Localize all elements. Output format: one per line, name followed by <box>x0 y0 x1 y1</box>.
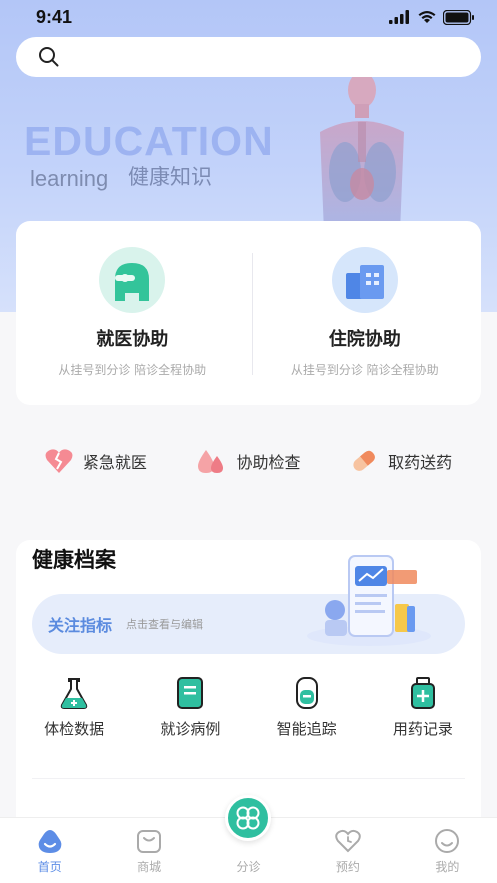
quick-checkup[interactable]: 协助检查 <box>196 448 300 474</box>
tab-mine[interactable]: 我的 <box>398 818 497 883</box>
health-records-card: 健康档案 关注指标 点击查看与编辑 体检数据 就诊病例 智能追踪 用药记录 <box>16 540 481 830</box>
tab-home[interactable]: 首页 <box>0 818 99 883</box>
banner-subtitle-cn: 健康知识 <box>128 165 212 189</box>
record-visit-cases[interactable]: 就诊病例 <box>132 676 248 739</box>
divider <box>252 253 253 375</box>
medicine-bottle-icon <box>410 677 435 709</box>
flask-icon <box>60 678 88 709</box>
doctor-icon <box>99 247 166 313</box>
search-input[interactable] <box>70 49 470 65</box>
quick-label: 取药送药 <box>388 453 453 472</box>
tracker-device-icon <box>295 677 318 709</box>
focus-label: 关注指标 <box>48 616 113 635</box>
records-grid: 体检数据 就诊病例 智能追踪 用药记录 <box>16 676 481 739</box>
tab-label: 商城 <box>137 860 162 874</box>
tab-label: 分诊 <box>236 860 261 874</box>
service-desc: 从挂号到分诊 陪诊全程协助 <box>58 363 207 377</box>
anatomy-illustration <box>320 72 404 232</box>
record-medication[interactable]: 用药记录 <box>365 676 481 739</box>
tab-appointment[interactable]: 预约 <box>298 818 397 883</box>
focus-hint: 点击查看与编辑 <box>126 618 204 631</box>
service-title: 就医协助 <box>96 329 169 350</box>
tab-label: 首页 <box>37 860 62 874</box>
record-smart-tracking[interactable]: 智能追踪 <box>249 676 365 739</box>
wifi-icon <box>418 11 436 23</box>
service-hospital-assist[interactable]: 住院协助 从挂号到分诊 陪诊全程协助 <box>249 221 482 405</box>
tab-shop[interactable]: 商城 <box>99 818 198 883</box>
broken-heart-icon <box>45 449 73 473</box>
pill-icon <box>353 450 376 471</box>
home-icon <box>38 830 62 853</box>
banner-subtitle-en: learning <box>30 166 109 191</box>
shop-icon <box>137 830 162 853</box>
quick-emergency[interactable]: 紧急就医 <box>45 448 147 474</box>
health-title: 健康档案 <box>32 548 116 572</box>
divider <box>32 778 465 779</box>
record-label: 就诊病例 <box>160 720 221 738</box>
smile-icon <box>435 829 460 853</box>
search-icon <box>39 47 59 67</box>
triage-icon <box>236 806 260 830</box>
banner-title: EDUCATION <box>24 118 274 164</box>
status-bar: 9:41 <box>0 0 497 34</box>
status-icons <box>389 9 475 25</box>
tab-label: 预约 <box>335 860 360 874</box>
record-label: 智能追踪 <box>276 720 337 738</box>
record-label: 用药记录 <box>392 720 453 738</box>
status-time: 9:41 <box>36 6 73 27</box>
heart-clock-icon <box>335 829 361 853</box>
service-medical-assist[interactable]: 就医协助 从挂号到分诊 陪诊全程协助 <box>16 221 249 405</box>
quick-medicine-delivery[interactable]: 取药送药 <box>350 448 452 474</box>
hospital-building-icon <box>331 247 398 313</box>
service-title: 住院协助 <box>328 329 401 350</box>
tab-label: 我的 <box>435 860 460 874</box>
quick-label: 紧急就医 <box>82 453 147 472</box>
cellular-signal-icon <box>389 10 409 24</box>
health-report-illustration <box>307 555 431 646</box>
battery-icon <box>443 9 474 25</box>
quick-label: 协助检查 <box>236 453 301 472</box>
record-physical-exam[interactable]: 体检数据 <box>16 676 132 739</box>
blood-drop-icon <box>198 450 224 473</box>
quick-actions: 紧急就医 协助检查 取药送药 <box>0 440 497 482</box>
triage-button[interactable] <box>225 795 271 841</box>
record-book-icon <box>177 677 204 709</box>
service-desc: 从挂号到分诊 陪诊全程协助 <box>290 363 439 377</box>
service-card: 就医协助 从挂号到分诊 陪诊全程协助 住院协助 从挂号到分诊 陪诊全程协助 <box>16 221 481 405</box>
record-label: 体检数据 <box>44 720 105 738</box>
search-bar[interactable] <box>16 37 481 77</box>
